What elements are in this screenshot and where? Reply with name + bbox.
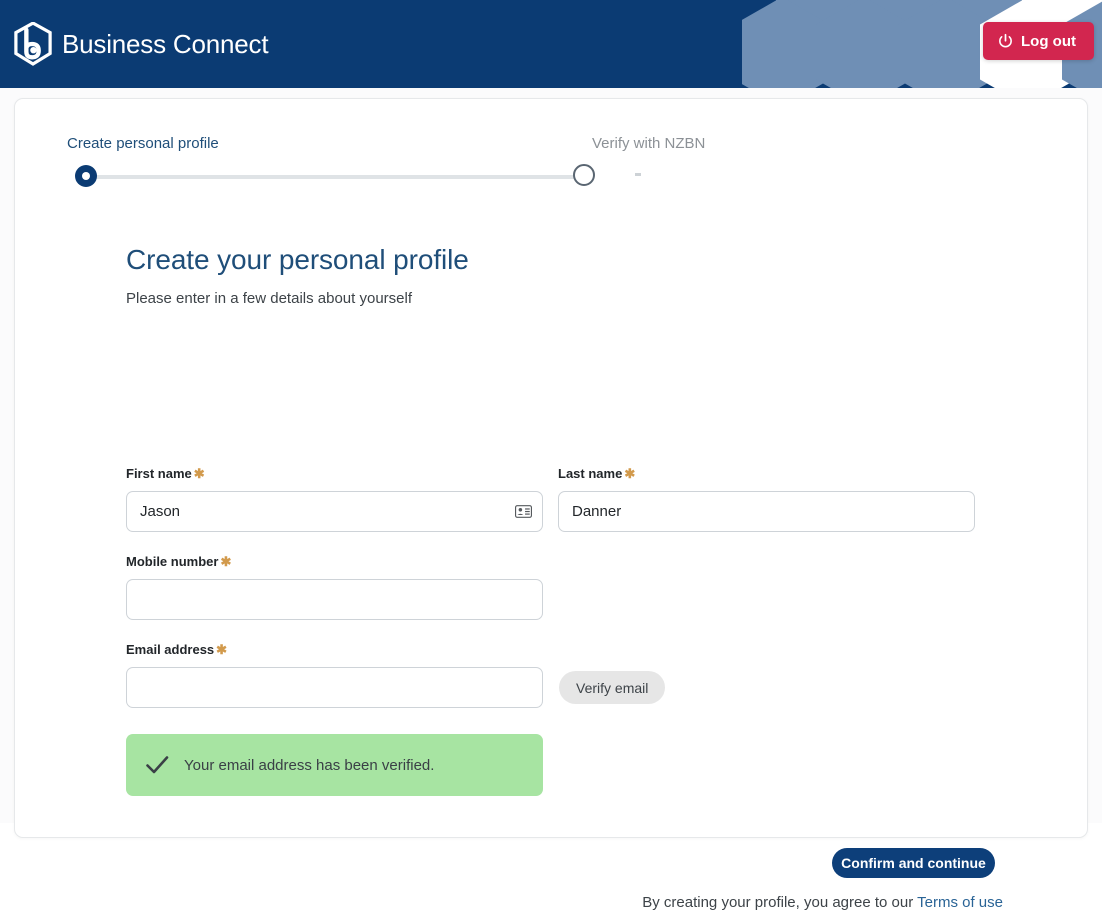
mobile-number-input[interactable]: [126, 579, 543, 620]
required-marker: ✱: [624, 466, 636, 481]
required-marker: ✱: [193, 466, 205, 481]
app-header: Business Connect Log out: [0, 0, 1102, 88]
required-marker: ✱: [220, 554, 232, 569]
last-name-field: Last name ✱: [558, 466, 975, 532]
stepper-tail-mark: [635, 173, 641, 176]
terms-agreement-text: By creating your profile, you agree to o…: [642, 894, 918, 911]
first-name-label-text: First name: [126, 466, 192, 481]
terms-of-use-link[interactable]: Terms of use: [917, 894, 1003, 911]
first-name-field: First name ✱: [126, 466, 543, 532]
step-label-create-personal-profile: Create personal profile: [67, 135, 219, 152]
contact-card-icon[interactable]: [515, 503, 532, 520]
mobile-row: Mobile number ✱: [126, 554, 1026, 620]
step-label-verify-with-nzbn: Verify with NZBN: [592, 135, 706, 152]
email-address-label-text: Email address: [126, 642, 215, 657]
page-subtitle: Please enter in a few details about your…: [126, 290, 413, 307]
mobile-number-label: Mobile number ✱: [126, 554, 543, 570]
first-name-label: First name ✱: [126, 466, 543, 482]
step-indicator-upcoming[interactable]: [573, 164, 595, 186]
mobile-number-label-text: Mobile number: [126, 554, 219, 569]
check-icon: [146, 756, 169, 774]
email-verified-banner: Your email address has been verified.: [126, 734, 543, 796]
first-name-input[interactable]: [126, 491, 543, 532]
last-name-label: Last name ✱: [558, 466, 975, 482]
step-indicator-active[interactable]: [75, 165, 97, 187]
logout-label: Log out: [1021, 32, 1076, 50]
brand-name: Business Connect: [62, 28, 269, 59]
email-inline-group: Email address ✱ Verify email: [126, 642, 666, 708]
page-title: Create your personal profile: [126, 244, 469, 275]
confirm-and-continue-button[interactable]: Confirm and continue: [832, 848, 995, 878]
email-address-input[interactable]: [126, 667, 543, 708]
profile-card: Create personal profile Verify with NZBN…: [14, 98, 1088, 911]
business-connect-hexagon-logo: [14, 22, 52, 66]
email-row: Email address ✱ Verify email: [126, 642, 1026, 708]
email-address-field: Email address ✱: [126, 642, 543, 708]
step-labels: Create personal profile Verify with NZBN: [67, 135, 767, 157]
progress-stepper: Create personal profile Verify with NZBN: [67, 135, 767, 187]
email-verified-message: Your email address has been verified.: [184, 756, 435, 774]
stepper-track: [89, 175, 593, 179]
logout-button[interactable]: Log out: [983, 22, 1094, 60]
required-marker: ✱: [216, 642, 228, 657]
mobile-number-field: Mobile number ✱: [126, 554, 543, 620]
last-name-label-text: Last name: [558, 466, 623, 481]
last-name-input[interactable]: [558, 491, 975, 532]
personal-profile-form: First name✱ Last name✱: [126, 466, 1026, 796]
power-icon: [999, 33, 1012, 47]
email-address-label: Email address ✱: [126, 642, 543, 658]
name-row: First name✱ Last name✱: [126, 466, 1026, 532]
terms-agreement-line: By creating your profile, you agree to o…: [15, 894, 1003, 911]
brand[interactable]: Business Connect: [14, 22, 269, 66]
verify-email-button[interactable]: Verify email: [559, 671, 666, 704]
page-header-block: Create your personal profile Please ente…: [126, 244, 1026, 307]
